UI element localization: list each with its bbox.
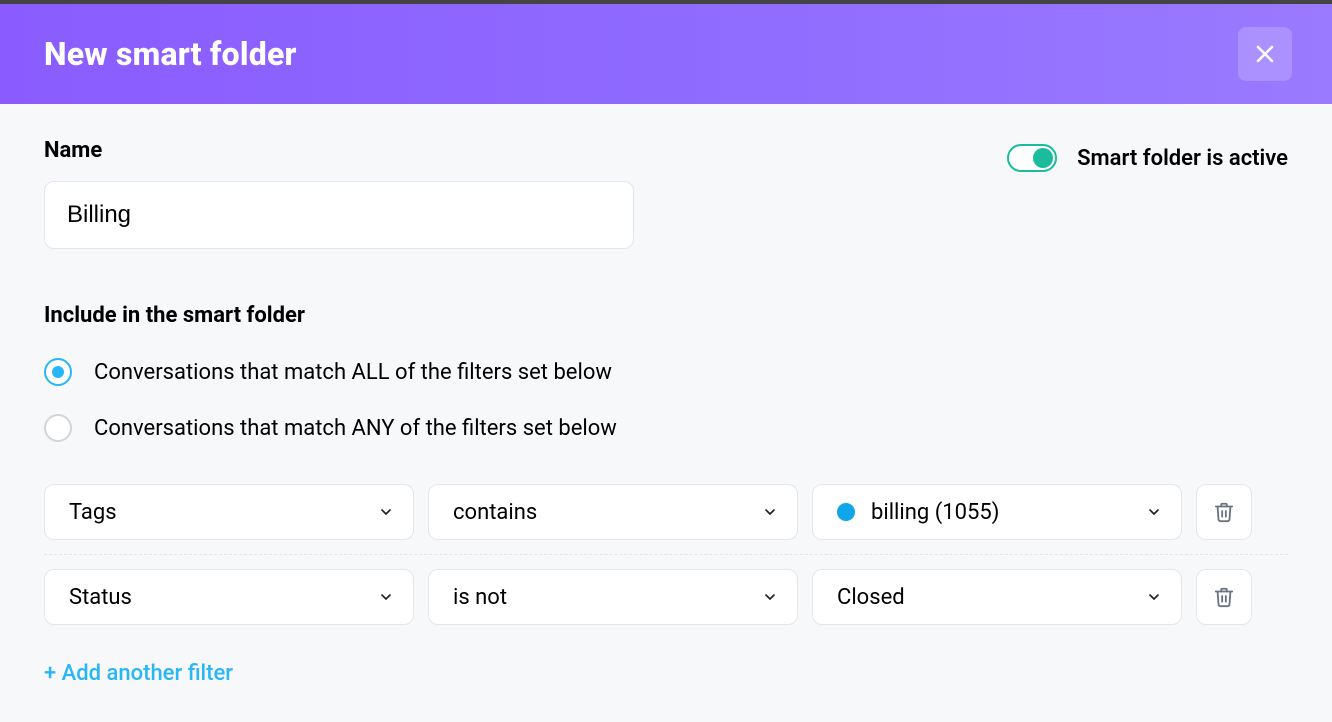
chevron-down-icon <box>377 588 395 606</box>
filter-operator-select-1-value: is not <box>453 585 507 610</box>
filter-field-select-1-value: Status <box>69 585 132 610</box>
close-button[interactable] <box>1238 27 1292 81</box>
trash-icon <box>1213 501 1235 523</box>
name-input[interactable] <box>44 181 634 249</box>
match-mode-radio-1[interactable]: Conversations that match ANY of the filt… <box>44 414 1288 442</box>
filter-value-select-0-value: billing (1055) <box>837 500 999 525</box>
modal-body: Name Smart folder is active Include in t… <box>0 104 1332 722</box>
match-mode-radio-0[interactable]: Conversations that match ALL of the filt… <box>44 358 1288 386</box>
active-toggle[interactable] <box>1007 144 1057 172</box>
tag-color-dot <box>837 503 855 521</box>
filter-operator-select-1[interactable]: is not <box>428 569 798 625</box>
radio-indicator <box>44 414 72 442</box>
chevron-down-icon <box>1145 503 1163 521</box>
chevron-down-icon <box>1145 588 1163 606</box>
active-toggle-label: Smart folder is active <box>1077 146 1288 171</box>
radio-indicator <box>44 358 72 386</box>
filter-value-select-1[interactable]: Closed <box>812 569 1182 625</box>
radio-label: Conversations that match ALL of the filt… <box>94 360 612 385</box>
delete-filter-button-1[interactable] <box>1196 569 1252 625</box>
filter-field-select-0-value: Tags <box>69 500 117 525</box>
filter-operator-select-0-value: contains <box>453 500 537 525</box>
filter-field-select-0[interactable]: Tags <box>44 484 414 540</box>
filter-operator-select-0[interactable]: contains <box>428 484 798 540</box>
include-section-label: Include in the smart folder <box>44 303 1288 328</box>
radio-label: Conversations that match ANY of the filt… <box>94 416 617 441</box>
close-icon <box>1253 42 1277 66</box>
filter-value-select-0[interactable]: billing (1055) <box>812 484 1182 540</box>
filter-value-select-1-value: Closed <box>837 585 905 610</box>
chevron-down-icon <box>377 503 395 521</box>
radio-dot <box>52 366 64 378</box>
filters-list: Tags contains billing (1055) Status is not Cl… <box>44 470 1288 639</box>
trash-icon <box>1213 586 1235 608</box>
name-label: Name <box>44 138 634 163</box>
filter-row: Tags contains billing (1055) <box>44 470 1288 554</box>
toggle-knob <box>1033 148 1053 168</box>
modal-title: New smart folder <box>44 35 297 73</box>
chevron-down-icon <box>761 503 779 521</box>
add-filter-button[interactable]: + Add another filter <box>44 661 233 686</box>
filter-row: Status is not Closed <box>44 554 1288 639</box>
filter-field-select-1[interactable]: Status <box>44 569 414 625</box>
modal-header: New smart folder <box>0 4 1332 104</box>
chevron-down-icon <box>761 588 779 606</box>
delete-filter-button-0[interactable] <box>1196 484 1252 540</box>
